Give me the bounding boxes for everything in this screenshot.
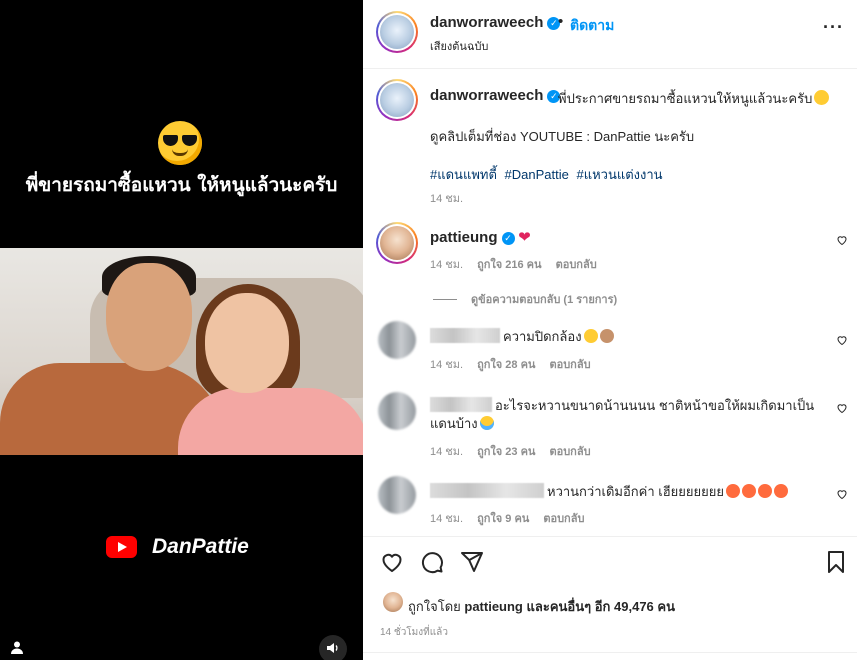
comment-time[interactable]: 14 ชม.	[430, 359, 463, 371]
emoji-icon	[583, 329, 598, 343]
comment-body: pattieung ✓ ❤	[430, 229, 531, 247]
original-audio-link[interactable]: เสียงต้นฉบับ	[430, 37, 488, 55]
comment-text: ความปิดกล้อง	[503, 329, 582, 344]
likes-count[interactable]: 49,476	[614, 599, 654, 614]
comment-meta: 14 ชม. ถูกใจ 28 คน ตอบกลับ	[430, 355, 591, 373]
comment-likes-count[interactable]: ถูกใจ 23 คน	[477, 446, 535, 458]
caption-username-text[interactable]: danworraweech	[430, 87, 543, 104]
author-username[interactable]: danworraweech ✓	[430, 14, 561, 31]
comment-like-heart-icon[interactable]	[836, 402, 848, 417]
hashtag-link[interactable]: #แหวนแต่งงาน	[576, 167, 662, 182]
comment-reply-button[interactable]: ตอบกลับ	[549, 446, 590, 458]
comment-likes-count[interactable]: ถูกใจ 28 คน	[477, 359, 535, 371]
caption-author-avatar[interactable]	[376, 79, 418, 121]
caption-timestamp[interactable]: 14 ชม.	[430, 189, 463, 207]
comment-time[interactable]: 14 ชม.	[430, 513, 463, 525]
sunglasses-emoji-icon	[158, 121, 202, 165]
comment-meta: 14 ชม. ถูกใจ 216 คน ตอบกลับ	[430, 255, 597, 273]
view-replies-button[interactable]: ดูข้อความตอบกลับ (1 รายการ)	[433, 290, 617, 308]
comment-username-blurred[interactable]	[430, 328, 500, 343]
likes-suffix: คน	[657, 599, 675, 614]
comment-username[interactable]: pattieung	[430, 229, 498, 246]
comment-avatar[interactable]	[376, 222, 418, 264]
hugging-face-emoji-icon	[814, 90, 830, 105]
heart-eyes-emoji-icon	[773, 484, 788, 498]
youtube-channel-name: DanPattie	[152, 535, 249, 558]
like-heart-icon[interactable]	[380, 550, 406, 576]
likes-summary[interactable]: ถูกใจโดย pattieung และคนอื่นๆ อีก 49,476…	[408, 596, 675, 617]
caption-hashtags: #แดนแพทตี้ #DanPattie #แหวนแต่งงาน	[430, 164, 667, 185]
comment-username-blurred[interactable]	[430, 397, 492, 412]
liker-username[interactable]: pattieung	[464, 599, 523, 614]
comment-body: ความปิดกล้อง	[430, 328, 614, 346]
comment-likes-count[interactable]: ถูกใจ 216 คน	[477, 259, 541, 271]
comment-avatar[interactable]	[378, 476, 416, 514]
comment-text: อะไรจะหวานขนาดน้านนนน ชาติหน้าขอให้ผมเกิ…	[495, 398, 815, 413]
comment-likes-count[interactable]: ถูกใจ 9 คน	[477, 513, 529, 525]
liker-avatar[interactable]	[383, 592, 403, 612]
save-bookmark-icon[interactable]	[824, 550, 850, 576]
bottom-divider	[363, 652, 857, 653]
comment-reply-button[interactable]: ตอบกลับ	[543, 513, 584, 525]
youtube-brand: DanPattie	[106, 535, 249, 559]
comment-avatar[interactable]	[378, 321, 416, 359]
comment-body: หวานกว่าเดิมอีกค่า เฮียยยยยยย	[430, 483, 788, 501]
hashtag-link[interactable]: #แดนแพทตี้	[430, 167, 497, 182]
comment-avatar[interactable]	[378, 392, 416, 430]
comment-like-heart-icon[interactable]	[836, 334, 848, 349]
caption-author-username[interactable]: danworraweech ✓	[430, 87, 561, 104]
heart-eyes-emoji-icon	[741, 484, 756, 498]
video-frame-image	[0, 248, 363, 455]
comment-bubble-icon[interactable]	[420, 550, 446, 576]
comment-reply-button[interactable]: ตอบกลับ	[556, 259, 597, 271]
crying-face-emoji-icon	[479, 416, 494, 430]
share-send-icon[interactable]	[460, 550, 486, 576]
header-divider	[363, 68, 857, 69]
more-options-icon[interactable]: ···	[823, 18, 844, 36]
likes-others[interactable]: และคนอื่นๆ อีก	[527, 599, 611, 614]
comment-time[interactable]: 14 ชม.	[430, 259, 463, 271]
caption-text: พี่ประกาศขายรถมาซื้อแหวนให้หนูแล้วนะครับ	[558, 88, 830, 109]
caption-text-line1: พี่ประกาศขายรถมาซื้อแหวนให้หนูแล้วนะครับ	[558, 91, 813, 106]
comment-time[interactable]: 14 ชม.	[430, 446, 463, 458]
comment-username-blurred[interactable]	[430, 483, 544, 498]
author-username-text[interactable]: danworraweech	[430, 14, 543, 31]
view-replies-text[interactable]: ดูข้อความตอบกลับ (1 รายการ)	[471, 294, 617, 306]
separator-dot: •	[558, 13, 564, 30]
author-avatar[interactable]	[376, 11, 418, 53]
tagged-user-icon[interactable]	[10, 640, 32, 660]
comment-body: อะไรจะหวานขนาดน้านนนน ชาติหน้าขอให้ผมเกิ…	[430, 397, 814, 433]
follow-button[interactable]: ติดตาม	[570, 15, 614, 37]
heart-eyes-emoji-icon	[757, 484, 772, 498]
caption-text-line2: ดูคลิปเต็มที่ช่อง YOUTUBE : DanPattie นะ…	[430, 129, 695, 144]
reel-video-player[interactable]: พี่ขายรถมาซื้อแหวน ให้หนูแล้วนะครับ DanP…	[0, 0, 363, 660]
likes-prefix: ถูกใจโดย	[408, 599, 461, 614]
comment-like-heart-icon[interactable]	[836, 234, 848, 249]
see-no-evil-monkey-emoji-icon	[599, 329, 614, 343]
post-panel: danworraweech ✓ • ติดตาม เสียงต้นฉบับ ···…	[363, 0, 857, 660]
audio-toggle-icon[interactable]	[319, 635, 347, 660]
comment-like-heart-icon[interactable]	[836, 488, 848, 503]
video-caption-text: พี่ขายรถมาซื้อแหวน ให้หนูแล้วนะครับ	[25, 174, 338, 196]
youtube-logo-icon	[106, 536, 137, 558]
actions-divider	[363, 536, 857, 537]
comment-meta: 14 ชม. ถูกใจ 9 คน ตอบกลับ	[430, 509, 584, 527]
verified-badge-icon: ✓	[501, 232, 515, 245]
comment-meta: 14 ชม. ถูกใจ 23 คน ตอบกลับ	[430, 442, 591, 460]
red-heart-emoji-icon: ❤	[518, 229, 531, 246]
comment-text-cont: แดนบ้าง	[430, 416, 478, 431]
post-timestamp[interactable]: 14 ชั่วโมงที่แล้ว	[380, 625, 448, 640]
comment-reply-button[interactable]: ตอบกลับ	[549, 359, 590, 371]
hashtag-link[interactable]: #DanPattie	[505, 167, 569, 182]
heart-eyes-emoji-icon	[725, 484, 740, 498]
comment-text: หวานกว่าเดิมอีกค่า เฮียยยยยยย	[547, 484, 724, 499]
